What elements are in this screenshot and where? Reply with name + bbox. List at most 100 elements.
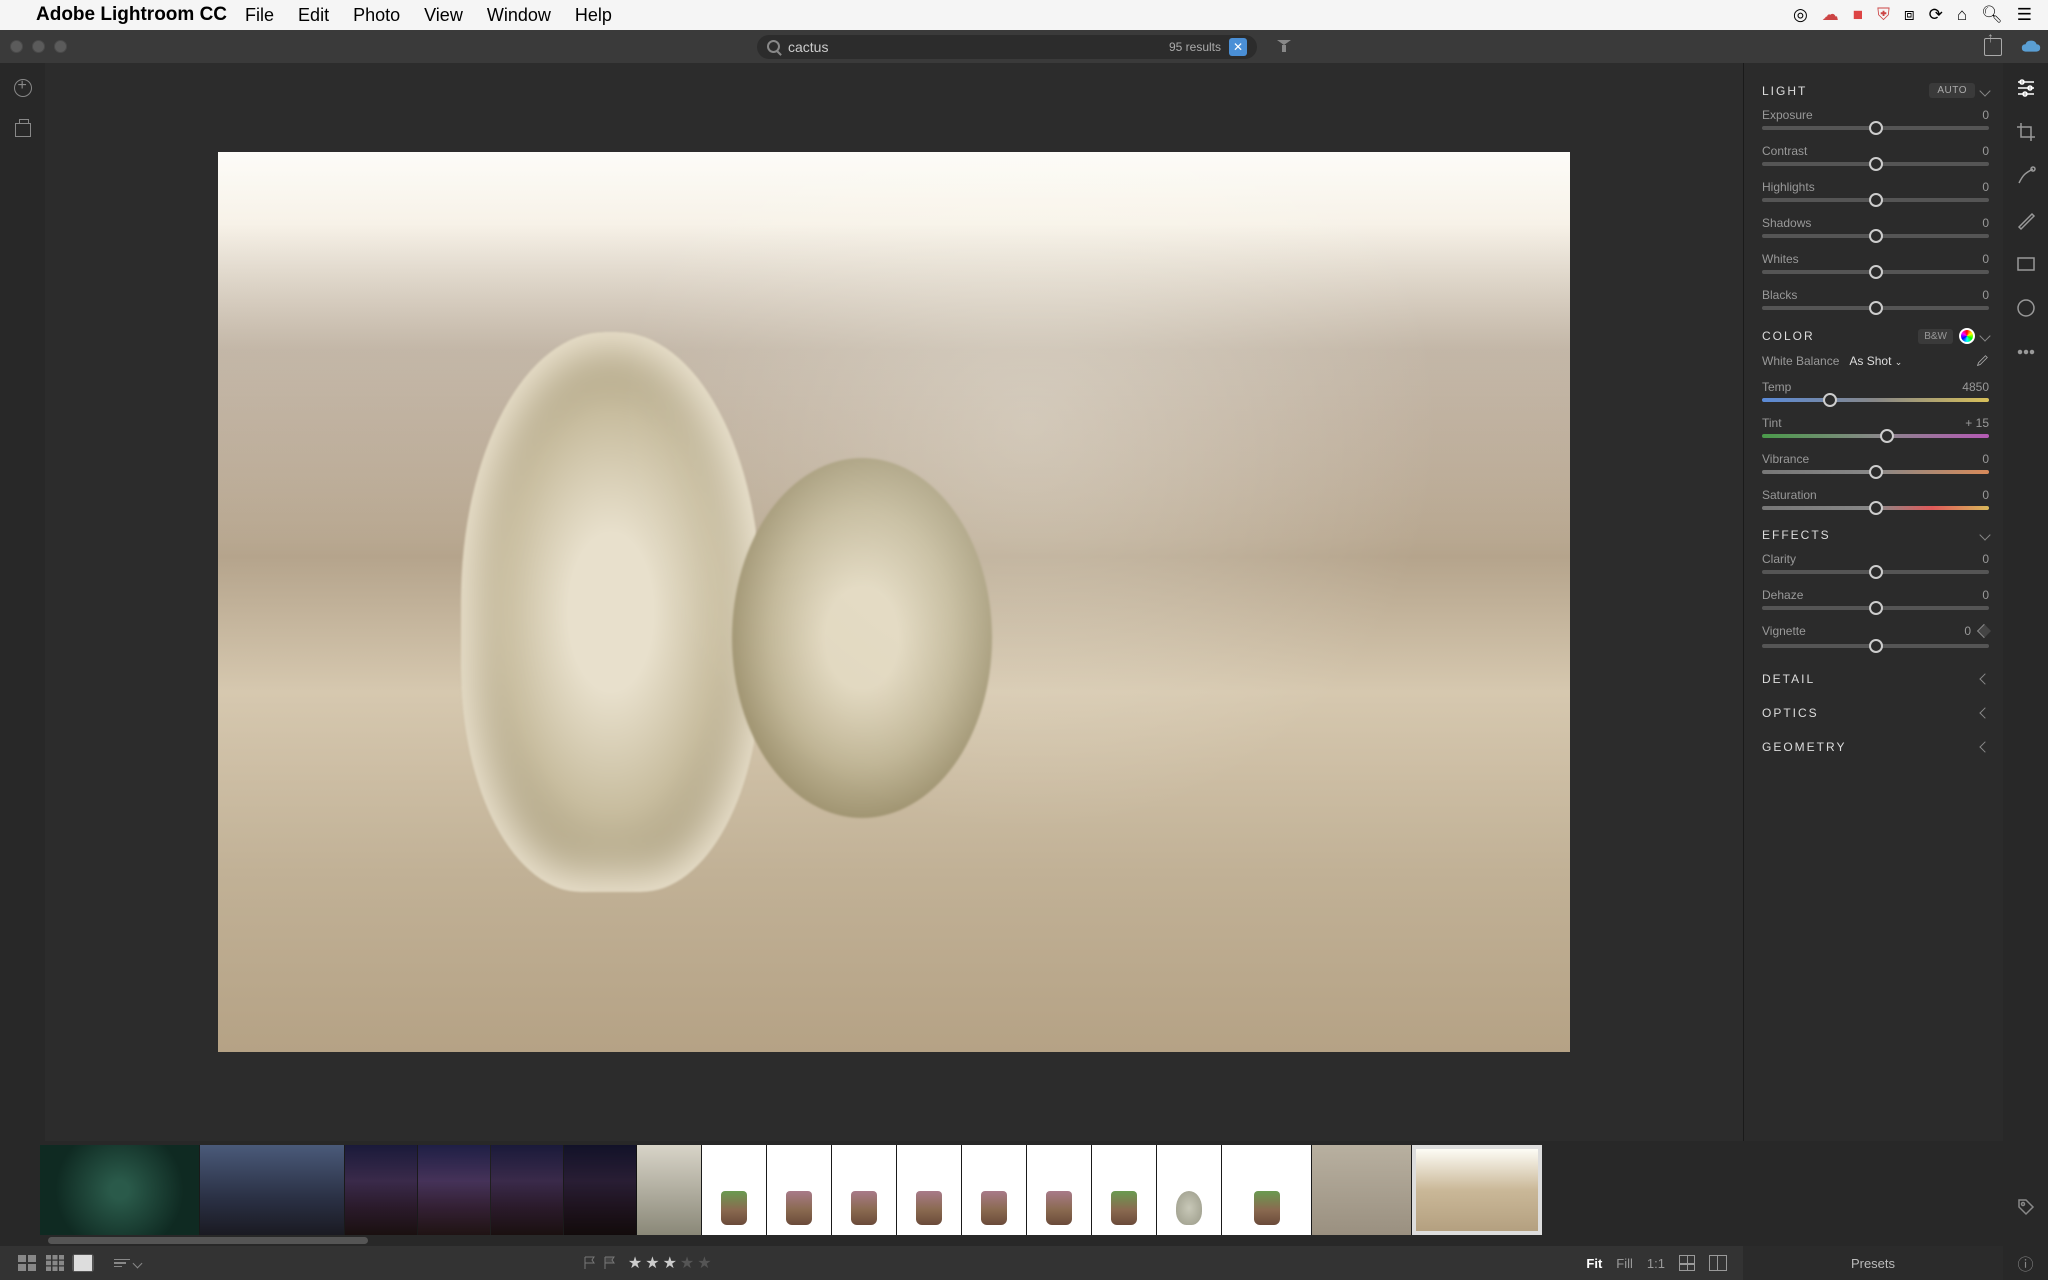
search-input[interactable]: cactus 95 results ✕ [757,35,1257,59]
menubar-spotlight-icon[interactable]: 🔍︎ [1981,5,2003,25]
brush-icon[interactable] [2015,209,2037,231]
photo-grid-view-icon[interactable] [16,1254,38,1272]
light-collapse-icon[interactable] [1979,85,1990,96]
menubar-record-icon[interactable]: ■ [1853,5,1863,25]
optics-expand-icon[interactable] [1979,707,1990,718]
minimize-window-button[interactable] [32,40,45,53]
thumbnail[interactable] [1157,1145,1222,1235]
saturation-value[interactable]: 0 [1982,488,1989,502]
auto-button[interactable]: AUTO [1929,83,1975,98]
thumbnail[interactable] [897,1145,962,1235]
thumbnail[interactable] [564,1145,637,1235]
flag-reject-icon[interactable] [602,1255,618,1271]
share-icon[interactable] [1984,38,2002,56]
menubar-dropbox-icon[interactable]: ⧈ [1904,5,1915,25]
thumbnail[interactable] [40,1145,200,1235]
maximize-window-button[interactable] [54,40,67,53]
tint-value[interactable]: + 15 [1965,416,1989,430]
menubar-sync-icon[interactable]: ⟳ [1929,5,1943,25]
keyword-tag-icon[interactable] [2016,1197,2036,1220]
thumbnail[interactable] [418,1145,491,1235]
shadows-slider[interactable] [1762,234,1989,238]
close-window-button[interactable] [10,40,23,53]
saturation-slider[interactable] [1762,506,1989,510]
highlights-value[interactable]: 0 [1982,180,1989,194]
thumbnail[interactable] [1312,1145,1412,1235]
geometry-section-title[interactable]: GEOMETRY [1762,740,1846,754]
thumbnail[interactable] [637,1145,702,1235]
radial-gradient-icon[interactable] [2015,297,2037,319]
menubar-cc-icon[interactable]: ☁ [1822,5,1839,25]
linear-gradient-icon[interactable] [2015,253,2037,275]
effects-collapse-icon[interactable] [1979,529,1990,540]
zoom-fill[interactable]: Fill [1616,1256,1633,1271]
tint-slider[interactable] [1762,434,1989,438]
contrast-slider[interactable] [1762,162,1989,166]
thumbnail[interactable] [832,1145,897,1235]
color-mixer-icon[interactable] [1959,328,1975,344]
thumbnail[interactable] [345,1145,418,1235]
detail-section-title[interactable]: DETAIL [1762,672,1815,686]
blacks-slider[interactable] [1762,306,1989,310]
vignette-value[interactable]: 0 [1964,624,1971,638]
zoom-fit[interactable]: Fit [1586,1256,1602,1271]
compare-view-icon[interactable] [1709,1255,1727,1271]
thumbnail[interactable] [200,1145,345,1235]
clear-search-button[interactable]: ✕ [1229,38,1247,56]
geometry-expand-icon[interactable] [1979,741,1990,752]
contrast-value[interactable]: 0 [1982,144,1989,158]
zoom-1to1[interactable]: 1:1 [1647,1256,1665,1271]
menubar-list-icon[interactable]: ☰ [2017,5,2032,25]
menu-file[interactable]: File [245,5,274,26]
thumbnail[interactable] [1027,1145,1092,1235]
whites-slider[interactable] [1762,270,1989,274]
thumbnail[interactable] [1092,1145,1157,1235]
shadows-value[interactable]: 0 [1982,216,1989,230]
clarity-value[interactable]: 0 [1982,552,1989,566]
vibrance-slider[interactable] [1762,470,1989,474]
menubar-home-icon[interactable]: ⌂ [1957,5,1967,25]
temp-value[interactable]: 4850 [1962,380,1989,394]
thumbnail-selected[interactable] [1412,1145,1542,1235]
more-icon[interactable] [2015,341,2037,363]
vibrance-value[interactable]: 0 [1982,452,1989,466]
dehaze-value[interactable]: 0 [1982,588,1989,602]
add-photos-button[interactable] [13,78,33,98]
square-grid-view-icon[interactable] [44,1254,66,1272]
vignette-expand-icon[interactable] [1977,624,1991,638]
my-photos-button[interactable] [13,120,33,140]
filter-icon[interactable] [1277,40,1291,54]
menubar-shield-icon[interactable]: ⛨ [1877,5,1890,25]
menu-window[interactable]: Window [487,5,551,26]
thumbnail[interactable] [702,1145,767,1235]
show-original-icon[interactable] [1679,1255,1695,1271]
menu-photo[interactable]: Photo [353,5,400,26]
thumbnail[interactable] [962,1145,1027,1235]
eyedropper-icon[interactable] [1975,354,1989,368]
exposure-value[interactable]: 0 [1982,108,1989,122]
thumbnail[interactable] [491,1145,564,1235]
highlights-slider[interactable] [1762,198,1989,202]
menu-view[interactable]: View [424,5,463,26]
whites-value[interactable]: 0 [1982,252,1989,266]
optics-section-title[interactable]: OPTICS [1762,706,1819,720]
temp-slider[interactable] [1762,398,1989,402]
color-collapse-icon[interactable] [1979,330,1990,341]
crop-icon[interactable] [2015,121,2037,143]
cloud-sync-icon[interactable] [2020,38,2038,56]
bw-button[interactable]: B&W [1918,329,1953,344]
menu-edit[interactable]: Edit [298,5,329,26]
presets-button[interactable]: Presets [1746,1248,2001,1279]
filmstrip-scrollbar[interactable] [48,1237,368,1244]
app-title[interactable]: Adobe Lightroom CC [36,4,227,26]
exposure-slider[interactable] [1762,126,1989,130]
menubar-status-icon[interactable]: ◎ [1793,5,1808,25]
healing-brush-icon[interactable] [2015,165,2037,187]
detail-expand-icon[interactable] [1979,673,1990,684]
clarity-slider[interactable] [1762,570,1989,574]
thumbnail[interactable] [1222,1145,1312,1235]
photo-canvas[interactable] [45,63,1743,1141]
thumbnail[interactable] [767,1145,832,1235]
vignette-slider[interactable] [1762,644,1989,648]
sort-button[interactable] [114,1259,141,1268]
